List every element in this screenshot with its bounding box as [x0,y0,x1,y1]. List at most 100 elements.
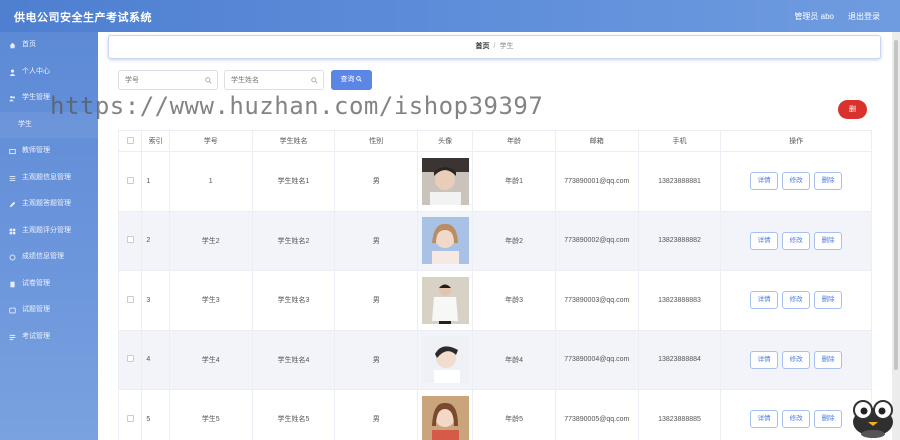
column-header: 学号 [168,130,253,152]
cell-name: 学生姓名5 [251,389,336,440]
sidebar-item-label: 个人中心 [22,67,50,75]
sidebar-item-home[interactable]: 首页 [0,32,98,59]
sidebar-item-label: 学生 [18,120,32,128]
student-name-search[interactable] [224,70,324,90]
delete-button[interactable]: 删除 [814,231,843,250]
cell-gender: 男 [334,329,419,390]
batch-delete-button[interactable]: 删 [838,100,867,119]
sidebar: 首页 个人中心 学生管理 学生 教师管理 主观题信息管理 主观题答题管理 主观题… [0,32,98,440]
column-header: 性别 [334,130,419,152]
student-avatar [421,336,469,384]
cell-student-no: 学生2 [168,210,253,271]
cell-gender: 男 [334,210,419,271]
teacher-icon [9,148,16,155]
sidebar-item-teacher-management[interactable]: 教师管理 [0,138,98,165]
row-checkbox[interactable] [126,414,134,422]
column-header: 索引 [141,130,170,152]
cell-email: 773890004@qq.com [554,329,639,390]
sidebar-item-profile[interactable]: 个人中心 [0,59,98,86]
table-row: 2 学生2 学生姓名2 男 年龄2 773890002@qq.com 13823… [117,210,872,271]
cell-index: 3 [141,270,170,331]
edit-button[interactable]: 修改 [782,231,811,250]
row-checkbox[interactable] [126,236,134,244]
search-icon [311,77,318,84]
question-icon [9,307,16,314]
cell-email: 773890001@qq.com [554,151,639,212]
sidebar-item-exam-management[interactable]: 考试管理 [0,324,98,351]
column-header: 年龄 [472,130,556,152]
cell-age: 年龄5 [472,389,556,440]
breadcrumb-separator: / [493,43,496,50]
delete-button[interactable]: 删除 [814,350,843,369]
chart-icon [9,254,16,261]
query-button-label: 查询 [340,76,355,83]
cell-name: 学生姓名4 [251,329,336,390]
cell-phone: 13823888884 [637,329,722,390]
cell-student-no: 1 [168,151,253,212]
sidebar-item-subjective-question-info[interactable]: 主观题信息管理 [0,165,98,192]
cell-phone: 13823888883 [637,270,722,331]
cell-email: 773890003@qq.com [554,270,639,331]
sidebar-item-subjective-answer[interactable]: 主观题答题管理 [0,191,98,218]
student-name-input[interactable] [225,71,323,89]
user-icon [9,69,16,76]
delete-button[interactable]: 删除 [814,410,843,429]
scrollbar-thumb[interactable] [894,40,898,370]
sidebar-item-subjective-scoring[interactable]: 主观题评分管理 [0,218,98,245]
student-avatar [421,217,469,265]
select-all-header[interactable] [117,130,143,152]
cell-age: 年龄1 [472,151,556,212]
cell-gender: 男 [334,389,419,440]
detail-button[interactable]: 详情 [750,350,779,369]
sidebar-item-paper-management[interactable]: 试卷管理 [0,271,98,298]
delete-button[interactable]: 删除 [814,172,843,191]
row-checkbox[interactable] [126,355,134,363]
select-all-checkbox[interactable] [126,136,134,144]
sidebar-item-question-management[interactable]: 试题管理 [0,297,98,324]
mascot-icon [853,400,893,438]
cell-email: 773890005@qq.com [554,389,639,440]
column-header: 邮箱 [554,130,639,152]
sidebar-item-score-info[interactable]: 成绩信息管理 [0,244,98,271]
cell-index: 5 [141,389,170,440]
table-row: 3 学生3 学生姓名3 男 年龄3 773890003@qq.com 13823… [117,270,872,331]
edit-button[interactable]: 修改 [782,291,811,310]
edit-button[interactable]: 修改 [782,172,811,191]
row-checkbox[interactable] [126,295,134,303]
cell-gender: 男 [334,270,419,331]
delete-button[interactable]: 删除 [814,291,843,310]
detail-button[interactable]: 详情 [750,172,779,191]
cell-email: 773890002@qq.com [554,210,639,271]
detail-button[interactable]: 详情 [750,291,779,310]
column-header: 学生姓名 [251,130,336,152]
grid-icon [9,228,16,234]
cell-name: 学生姓名1 [251,151,336,212]
sidebar-item-student-management[interactable]: 学生管理 [0,85,98,112]
edit-button[interactable]: 修改 [782,350,811,369]
sidebar-item-label: 主观题评分管理 [22,226,71,234]
student-number-input[interactable] [119,71,217,89]
main-content: 首页/学生 查询 删 索引 学号 学生姓名 性别 头像 年龄 邮箱 [98,32,892,440]
exam-icon [9,334,16,340]
detail-button[interactable]: 详情 [750,231,779,250]
cell-index: 4 [141,329,170,390]
current-user[interactable]: 管理员 abo [794,11,834,22]
people-icon [9,95,15,102]
sidebar-item-label: 教师管理 [22,147,50,154]
row-checkbox[interactable] [126,176,134,184]
breadcrumb-home[interactable]: 首页 [476,43,490,50]
student-number-search[interactable] [118,70,218,90]
column-header: 头像 [417,130,474,152]
cell-index: 2 [141,210,170,271]
detail-button[interactable]: 详情 [750,410,779,429]
query-button[interactable]: 查询 [331,70,372,90]
page-scrollbar[interactable] [892,32,900,440]
app-title: 供电公司安全生产考试系统 [14,12,152,24]
logout-link[interactable]: 退出登录 [848,11,880,22]
cell-name: 学生姓名2 [251,210,336,271]
edit-button[interactable]: 修改 [782,410,811,429]
table-header-row: 索引 学号 学生姓名 性别 头像 年龄 邮箱 手机 操作 [117,130,872,152]
student-table: 索引 学号 学生姓名 性别 头像 年龄 邮箱 手机 操作 1 1 学生姓名1 男… [117,130,872,440]
sidebar-subitem-student[interactable]: 学生 [0,111,98,138]
cell-phone: 13823888882 [637,210,722,271]
